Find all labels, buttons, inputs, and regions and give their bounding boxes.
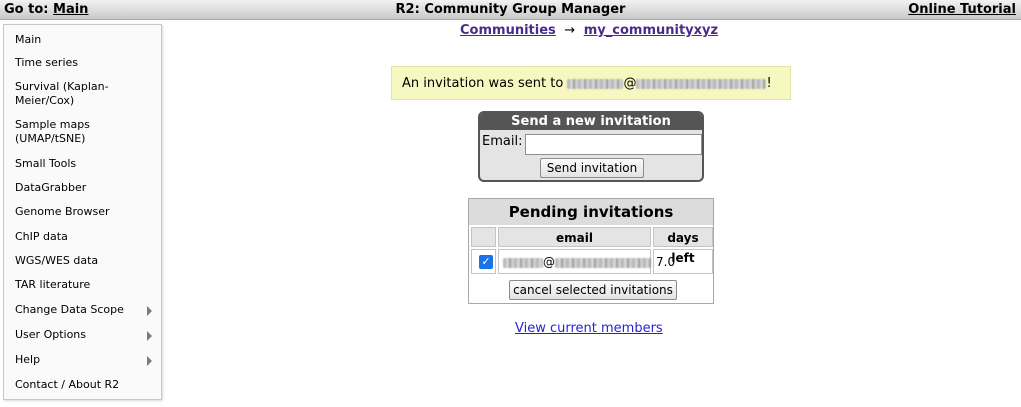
notice-at: @ [623,76,637,91]
sidebar-item-survival[interactable]: Survival (Kaplan-Meier/Cox) [4,75,161,113]
table-row-email-cell: @ [498,249,651,274]
sidebar-item-label: Change Data Scope [15,303,124,316]
redacted-email-user [567,78,624,89]
chevron-right-icon [147,305,152,316]
redacted-email-user [503,257,543,268]
pending-invitations-table: Pending invitations email days left ✓ @ … [468,198,714,304]
column-header-days-left: days left [653,227,713,265]
email-input[interactable] [525,134,702,155]
breadcrumb-separator: → [564,23,576,38]
sidebar-item-help[interactable]: Help [4,348,161,373]
sidebar-item-label: ChIP data [15,230,68,243]
send-invitation-panel: Send a new invitation Email: Send invita… [478,111,704,182]
sidebar-item-time-series[interactable]: Time series [4,51,161,75]
notice-suffix: ! [766,76,772,91]
top-bar: Go to: Main R2: Community Group Manager … [0,0,1021,20]
sidebar-item-datagrabber[interactable]: DataGrabber [4,176,161,200]
sidebar-item-sample-maps[interactable]: Sample maps (UMAP/tSNE) [4,113,161,152]
column-header-select [471,227,496,247]
redacted-email-domain [555,257,651,268]
sidebar-item-label: WGS/WES data [15,254,99,267]
sidebar-item-label: Genome Browser [15,205,110,218]
sidebar-item-tar-literature[interactable]: TAR literature [4,273,161,298]
sidebar-item-label: Survival (Kaplan-Meier/Cox) [15,80,109,107]
sidebar-item-main[interactable]: Main [4,27,161,51]
sidebar-item-label: Time series [15,56,78,69]
sidebar-menu: Main Time series Survival (Kaplan-Meier/… [3,24,162,400]
sidebar-item-label: TAR literature [15,278,91,291]
breadcrumb-communities-link[interactable]: Communities [460,23,556,38]
sidebar-item-label: Small Tools [15,157,77,170]
invitation-checkbox[interactable]: ✓ [479,255,493,269]
sidebar-item-label: User Options [15,328,87,341]
email-at: @ [543,255,555,269]
online-tutorial-link[interactable]: Online Tutorial [908,2,1016,17]
table-row-days-left-cell: 7.0 [653,249,713,274]
send-invitation-title: Send a new invitation [480,113,702,130]
sidebar-item-change-data-scope[interactable]: Change Data Scope [4,298,161,323]
chevron-right-icon [147,355,152,366]
sidebar-item-label: Help [15,353,41,366]
redacted-email-domain [636,78,767,89]
pending-invitations-title: Pending invitations [469,199,713,225]
view-current-members-link[interactable]: View current members [515,321,663,336]
breadcrumb: Communities → my_communityxyz [460,23,718,38]
app-title: R2: Community Group Manager [395,2,626,17]
sidebar-item-small-tools[interactable]: Small Tools [4,152,161,176]
send-invitation-button[interactable]: Send invitation [540,158,644,178]
sidebar-item-wgs-wes-data[interactable]: WGS/WES data [4,249,161,273]
notice-text: An invitation was sent to [402,76,568,91]
column-header-email: email [498,227,651,247]
email-label: Email: [482,134,523,149]
sidebar-item-label: Sample maps (UMAP/tSNE) [15,118,90,145]
table-row-select-cell: ✓ [471,249,496,274]
chevron-right-icon [147,330,152,341]
sidebar-item-label: DataGrabber [15,181,87,194]
sidebar-item-label: Contact / About R2 [15,378,120,391]
sidebar-item-contact[interactable]: Contact / About R2 [4,373,161,397]
invitation-sent-notice: An invitation was sent to @! [391,66,791,100]
breadcrumb-community-link[interactable]: my_communityxyz [584,23,718,38]
sidebar-item-user-options[interactable]: User Options [4,323,161,348]
sidebar-item-genome-browser[interactable]: Genome Browser [4,200,161,225]
sidebar-item-label: Main [15,33,42,46]
cancel-selected-invitations-button[interactable]: cancel selected invitations [509,280,677,300]
sidebar-item-chip-data[interactable]: ChIP data [4,225,161,249]
